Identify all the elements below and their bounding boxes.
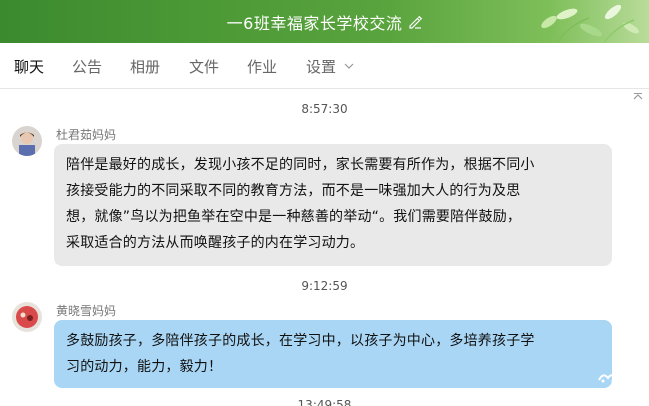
tab-homework[interactable]: 作业 [247,43,277,89]
message-bubble[interactable]: 多鼓励孩子，多陪伴孩子的成长，在学习中，以孩子为中心，多培养孩子学 习的动力，能… [54,320,612,388]
tab-album[interactable]: 相册 [130,43,160,89]
message-line: 习的动力，能力，毅力！ [66,359,223,375]
message-bubble[interactable]: 陪伴是最好的成长，发现小孩不足的同时，家长需要有所作为，根据不同小 孩接受能力的… [54,144,612,266]
leaf-decoration-icon [541,4,639,43]
tab-album-label: 相册 [130,57,161,76]
message-line: 采取适合的方法从而唤醒孩子的内在学习动力。 [66,235,365,251]
message-line: 想，就像”鸟以为把鱼举在空中是一种慈善的举动“。我们需要陪伴鼓励， [66,209,522,225]
tab-settings-label: 设置 [306,57,337,76]
message-line: 陪伴是最好的成长，发现小孩不足的同时，家长需要有所作为，根据不同小 [66,157,535,173]
message-line: 多鼓励孩子，多陪伴孩子的成长，在学习中，以孩子为中心，多培养孩子学 [66,333,535,349]
avatar[interactable] [12,302,42,332]
message-time: 8:57:30 [301,102,348,116]
message-time: 13:49:58 [297,398,352,406]
chevron-down-icon [344,63,354,69]
chat-area[interactable]: 8:57:30 杜君茹妈妈 陪伴是最好的成长，发现小孩不足的同时，家长需要有所作… [0,90,649,406]
avatar[interactable] [12,126,42,156]
group-title: 一6班幸福家长学校交流 [226,13,403,33]
bubble-corner-decoration-icon [598,374,618,383]
message-time: 9:12:59 [301,279,348,293]
tab-homework-label: 作业 [247,57,278,76]
tab-settings[interactable]: 设置 [306,43,354,89]
tab-announcements[interactable]: 公告 [72,43,102,89]
avatar-photo-icon [12,302,42,332]
tab-chat[interactable]: 聊天 [14,43,44,89]
message-line: 孩接受能力的不同采取不同的教育方法，而不是一味强加大人的行为及思 [66,183,521,199]
avatar-photo-icon [12,126,42,156]
sender-name: 黄晓雪妈妈 [56,304,117,318]
sender-name: 杜君茹妈妈 [56,128,117,142]
scroll-up-icon[interactable] [633,92,643,102]
title-bar: 一6班幸福家长学校交流 [0,0,649,43]
tab-announcements-label: 公告 [72,57,103,76]
tab-chat-label: 聊天 [14,57,45,76]
edit-icon[interactable] [408,15,423,29]
tab-bar: 聊天 公告 相册 文件 作业 设置 [0,43,649,89]
tab-files[interactable]: 文件 [189,43,219,89]
tab-files-label: 文件 [189,57,220,76]
